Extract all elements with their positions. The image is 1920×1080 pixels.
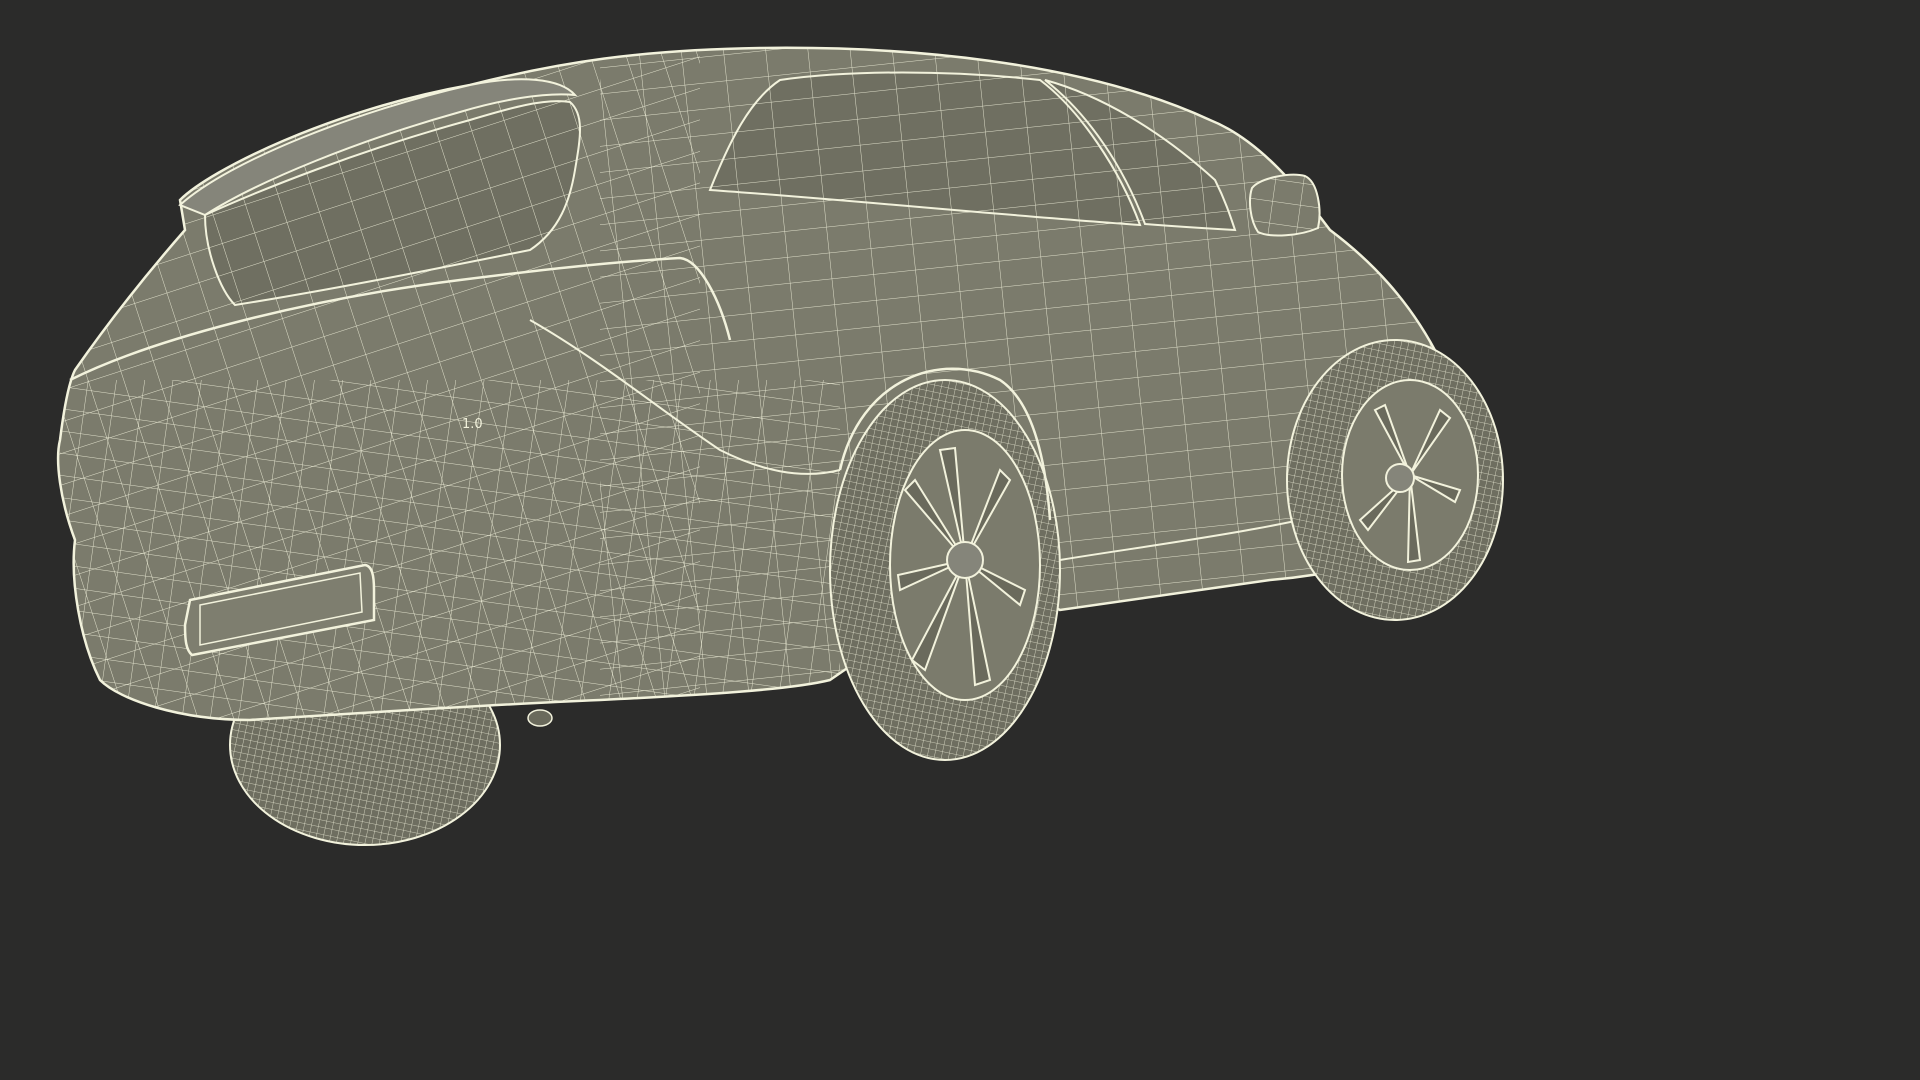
- render-viewport: 1.0: [0, 0, 1568, 882]
- exhaust-tip: [527, 709, 553, 727]
- front-left-wheel: [1286, 339, 1504, 621]
- suv-wireframe: 1.0: [56, 46, 1504, 846]
- wheel-hub: [946, 541, 984, 579]
- rear-model-badge: 1.0: [462, 417, 483, 432]
- rear-left-wheel: [829, 379, 1061, 761]
- side-mirror: [1249, 173, 1321, 237]
- front-wheel-hub: [1385, 463, 1415, 493]
